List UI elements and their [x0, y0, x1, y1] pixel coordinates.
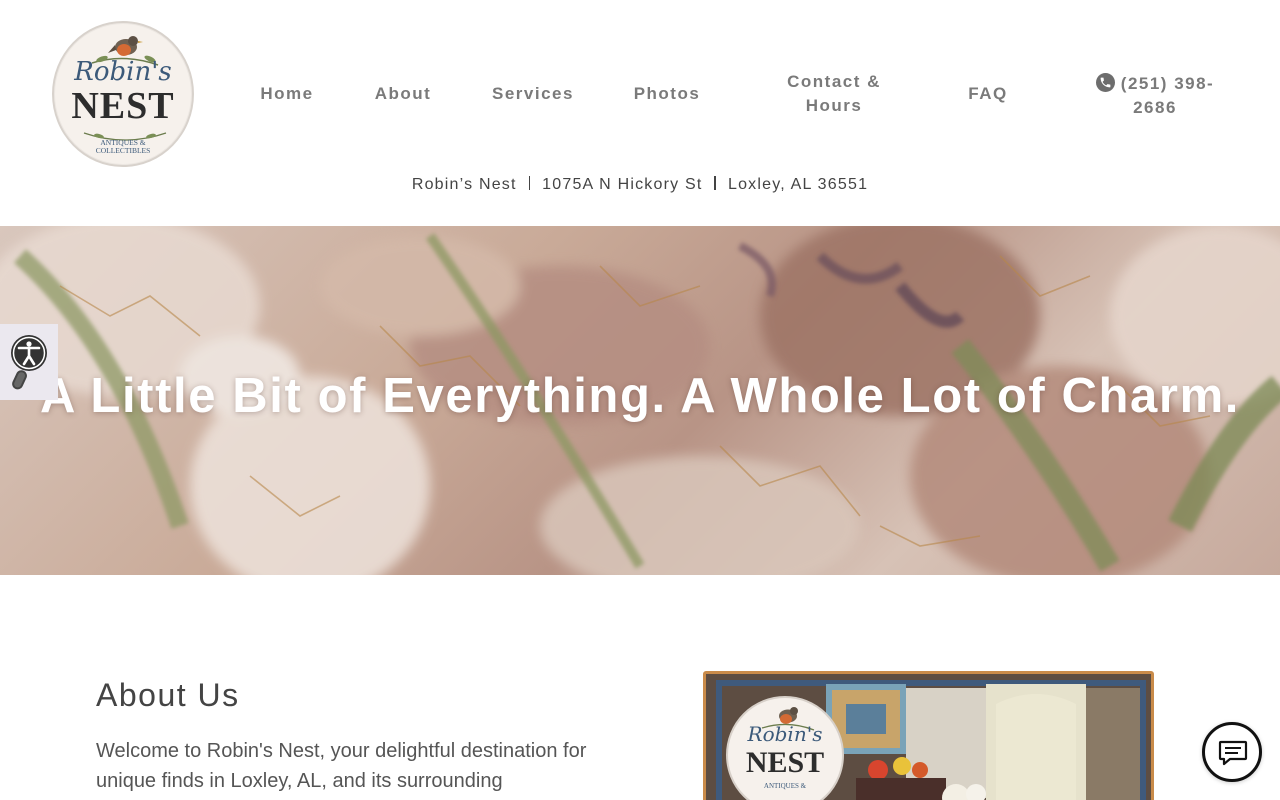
divider	[714, 176, 716, 190]
nav-services[interactable]: Services	[484, 82, 582, 106]
chat-icon	[1218, 740, 1248, 766]
site-logo[interactable]: Robin's NEST ANTIQUES & COLLECTIBLES	[52, 21, 194, 167]
divider	[528, 176, 531, 190]
address-business-name: Robin’s Nest	[411, 176, 517, 193]
logo-subtitle: ANTIQUES & COLLECTIBLES	[54, 138, 192, 156]
address-street: 1075A N Hickory St	[542, 176, 703, 193]
hero-banner: A Little Bit of Everything. A Whole Lot …	[0, 226, 1280, 575]
store-photo-logo: Robin's NEST ANTIQUES &	[726, 696, 844, 800]
store-logo-main: NEST	[745, 746, 825, 779]
nav-photos[interactable]: Photos	[626, 82, 708, 106]
nav-contact-hours[interactable]: Contact & Hours	[774, 70, 894, 118]
address-bar: Robin’s Nest 1075A N Hickory St Loxley, AL…	[0, 174, 1280, 196]
nav-faq[interactable]: FAQ	[958, 82, 1018, 106]
hero-title: A Little Bit of Everything. A Whole Lot …	[40, 369, 1240, 423]
accessibility-widget-button[interactable]	[0, 324, 58, 400]
phone-link[interactable]: (251) 398-2686	[1092, 72, 1218, 120]
about-heading: About Us	[96, 677, 240, 713]
phone-number: (251) 398-2686	[1120, 74, 1215, 117]
nav-home[interactable]: Home	[252, 82, 322, 106]
phone-icon	[1095, 73, 1115, 92]
chat-widget-button[interactable]	[1202, 722, 1262, 782]
store-photo: Robin's NEST ANTIQUES &	[703, 671, 1154, 800]
accessibility-icon	[11, 335, 47, 390]
logo-main-text: NEST	[71, 85, 175, 127]
logo-script-text: Robin's	[74, 57, 172, 87]
store-logo-sub: ANTIQUES &	[763, 782, 807, 790]
address-city: Loxley, AL 36551	[727, 176, 869, 193]
about-paragraph: Welcome to Robin's Nest, your delightful…	[96, 740, 587, 792]
logo-subtitle-line2: COLLECTIBLES	[95, 146, 151, 156]
site-header: Robin's NEST ANTIQUES & COLLECTIBLES Hom…	[0, 0, 1280, 226]
nav-about[interactable]: About	[366, 82, 440, 106]
store-logo-script: Robin's	[747, 722, 823, 746]
